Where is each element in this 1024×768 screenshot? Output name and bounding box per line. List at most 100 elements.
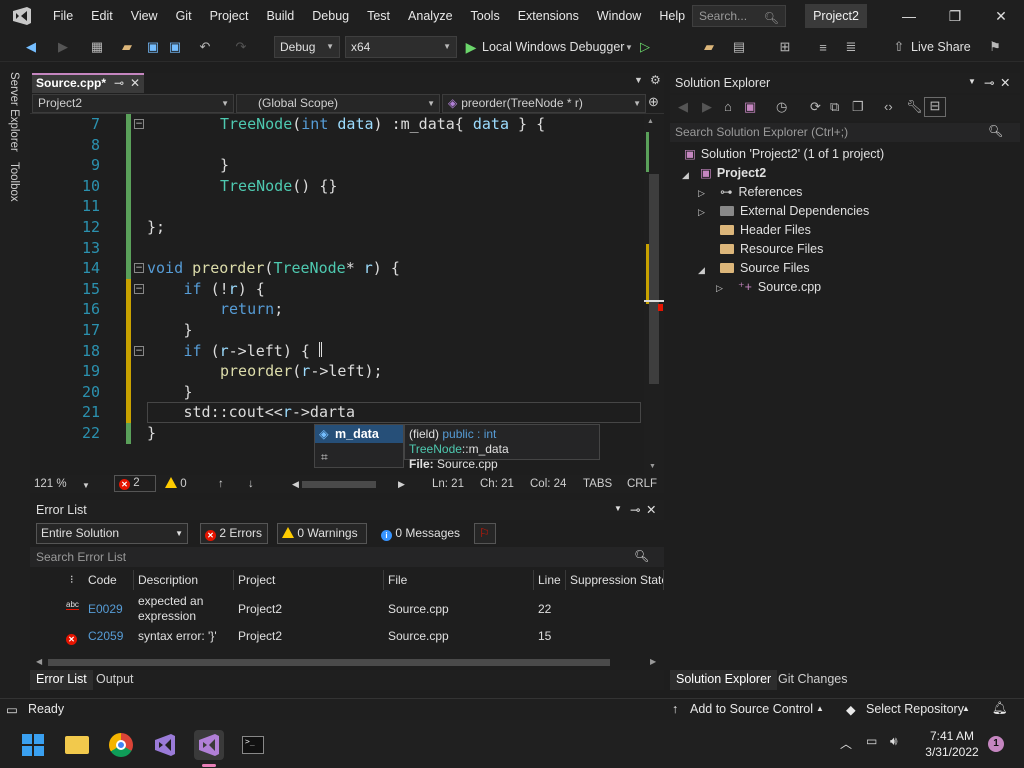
repository-icon[interactable]: ◆ xyxy=(846,702,856,717)
global-scope-select[interactable]: (Global Scope) ▼ xyxy=(236,94,440,113)
toolbox-tab[interactable]: Toolbox xyxy=(8,162,20,202)
project-scope-select[interactable]: Project2 ▼ xyxy=(32,94,234,113)
expand-caret-icon[interactable]: ◢ xyxy=(682,170,689,181)
zoom-dropdown-icon[interactable]: ▼ xyxy=(82,478,90,494)
tab-list-dropdown-icon[interactable]: ▼ xyxy=(634,75,643,85)
properties-icon[interactable]: 🔧︎ xyxy=(906,99,923,115)
collapse-caret-icon[interactable]: ▷ xyxy=(716,283,723,294)
menu-item-window[interactable]: Window xyxy=(588,0,650,32)
error-row[interactable] xyxy=(30,626,664,658)
back-icon[interactable]: ◀ xyxy=(22,38,40,56)
collapse-icon[interactable]: − xyxy=(134,345,144,356)
collapse-caret-icon[interactable]: ▷ xyxy=(698,207,705,218)
maximize-button[interactable]: ❐ xyxy=(932,0,978,32)
scope-select[interactable]: Entire Solution ▼ xyxy=(36,523,188,544)
tab-source-cpp[interactable]: Source.cpp* ⊸ ✕ xyxy=(32,73,144,93)
show-hidden-icons-icon[interactable]: ︿ xyxy=(840,735,852,752)
tab-output[interactable]: Output xyxy=(90,670,140,690)
panel-options-icon[interactable]: ▼ xyxy=(614,504,622,513)
layout-icon[interactable]: ▤ xyxy=(730,38,748,56)
close-window-button[interactable]: ✕ xyxy=(978,0,1024,32)
repository-caret-icon[interactable]: ▲ xyxy=(962,704,970,713)
save-all-icon[interactable]: ▣ xyxy=(166,38,184,56)
menu-item-help[interactable]: Help xyxy=(650,0,694,32)
close-panel-icon[interactable]: ✕ xyxy=(1000,75,1010,90)
tab-git-changes[interactable]: Git Changes xyxy=(772,670,853,690)
select-repository-button[interactable]: Select Repository xyxy=(866,702,964,716)
intellisense-item-m-data[interactable]: ◈ m_data xyxy=(315,425,403,443)
column-options-icon[interactable]: ⁝ xyxy=(70,570,74,590)
errors-filter-button[interactable]: ✕ 2 Errors xyxy=(200,523,268,544)
references-node[interactable]: ⊶ References xyxy=(720,183,802,202)
code-line[interactable]: 15 − if (!r) { xyxy=(30,278,642,300)
expand-caret-icon[interactable]: ◢ xyxy=(698,265,705,276)
save-icon[interactable]: ▣ xyxy=(144,38,162,56)
configuration-select[interactable]: Debug ▼ xyxy=(274,36,340,58)
solution-node[interactable]: ▣ Solution 'Project2' (1 of 1 project) xyxy=(684,145,884,164)
uncomment-icon[interactable]: ≣ xyxy=(842,38,860,56)
open-folder-icon[interactable]: ▰ xyxy=(118,38,136,56)
server-explorer-tab[interactable]: Server Explorer xyxy=(8,72,20,152)
tab-solution-explorer[interactable]: Solution Explorer xyxy=(670,670,778,690)
column-header-project[interactable]: Project xyxy=(234,570,384,590)
run-icon[interactable]: ▶ xyxy=(462,38,480,56)
close-tab-icon[interactable]: ✕ xyxy=(130,75,140,92)
sync-icon[interactable]: ⟳ xyxy=(810,99,821,115)
collapse-icon[interactable]: − xyxy=(134,119,144,129)
solution-search-input[interactable]: Search Solution Explorer (Ctrl+;) 🔍︎ xyxy=(670,123,1020,142)
resource-files-node[interactable]: Resource Files xyxy=(720,240,823,259)
error-code[interactable]: E0029 xyxy=(88,602,123,616)
panel-options-icon[interactable]: ▼ xyxy=(968,77,976,86)
source-control-caret-icon[interactable]: ▲ xyxy=(816,704,824,713)
feedback-icon[interactable]: ⚑ xyxy=(986,38,1004,56)
pending-changes-icon[interactable]: ◷ xyxy=(776,99,787,115)
previous-issue-icon[interactable]: ↑ xyxy=(218,476,224,492)
menu-item-file[interactable]: File xyxy=(44,0,82,32)
code-editor[interactable]: 7− TreeNode(int data) :m_data{ data } {8 9… xyxy=(30,114,664,475)
error-list-search[interactable]: Search Error List 🔍︎ xyxy=(30,547,664,567)
next-issue-icon[interactable]: ↓ xyxy=(248,476,254,492)
code-line[interactable]: 20} xyxy=(30,381,642,403)
menu-item-extensions[interactable]: Extensions xyxy=(509,0,588,32)
collapse-all-icon[interactable]: ⧉ xyxy=(830,99,839,115)
project-name-badge[interactable]: Project2 xyxy=(805,4,867,28)
member-select[interactable]: ◈ preorder(TreeNode * r) ▼ xyxy=(442,94,646,113)
menu-item-git[interactable]: Git xyxy=(167,0,201,32)
scroll-right-icon[interactable]: ▶ xyxy=(398,476,405,492)
code-line[interactable]: 11 xyxy=(30,196,642,218)
pin-icon[interactable]: ⊸ xyxy=(114,75,124,92)
code-line[interactable]: 18 − if (r->left) { xyxy=(30,340,642,362)
pin-panel-icon[interactable]: ⊸ xyxy=(984,75,994,90)
menu-item-test[interactable]: Test xyxy=(358,0,399,32)
filter-members-icon[interactable]: ⌗ xyxy=(321,450,328,465)
breakpoint-icon[interactable]: ⊞ xyxy=(776,38,794,56)
visual-studio-code-icon[interactable] xyxy=(150,730,180,760)
redo-icon[interactable]: ↷ xyxy=(232,38,250,56)
external-dependencies-node[interactable]: External Dependencies xyxy=(720,202,869,221)
notifications-bell-icon[interactable]: 🔔︎ xyxy=(992,701,1008,716)
column-header-code[interactable]: Code xyxy=(84,570,134,590)
warnings-filter-button[interactable]: 0 Warnings xyxy=(277,523,367,544)
forward-icon[interactable]: ▶ xyxy=(702,99,712,115)
error-list-hscroll[interactable]: ◀ ▶ xyxy=(30,657,664,669)
code-line[interactable]: 19 preorder(r->left); xyxy=(30,361,642,383)
code-line[interactable]: 17} xyxy=(30,320,642,341)
solution-folder-icon[interactable]: ▰ xyxy=(700,38,718,56)
network-icon[interactable]: ▭ xyxy=(866,734,877,748)
menu-item-project[interactable]: Project xyxy=(201,0,258,32)
add-to-source-control-icon[interactable]: ↑ xyxy=(672,702,678,716)
platform-select[interactable]: x64 ▼ xyxy=(345,36,457,58)
menu-item-tools[interactable]: Tools xyxy=(462,0,509,32)
code-line[interactable]: 10 TreeNode() {} xyxy=(30,175,642,197)
column-header-file[interactable]: File xyxy=(384,570,534,590)
zoom-level[interactable]: 121 % xyxy=(34,476,67,492)
menu-item-build[interactable]: Build xyxy=(257,0,303,32)
code-line[interactable]: 9} xyxy=(30,155,642,177)
tab-error-list[interactable]: Error List xyxy=(30,670,93,690)
back-icon[interactable]: ◀ xyxy=(678,99,688,115)
source-cpp-node[interactable]: ⁺+ Source.cpp xyxy=(738,278,821,297)
messages-filter-button[interactable]: i 0 Messages xyxy=(376,523,464,544)
menu-item-edit[interactable]: Edit xyxy=(82,0,122,32)
minimize-button[interactable]: — xyxy=(886,0,932,32)
preview-selected-icon[interactable]: ⊟ xyxy=(924,97,946,117)
